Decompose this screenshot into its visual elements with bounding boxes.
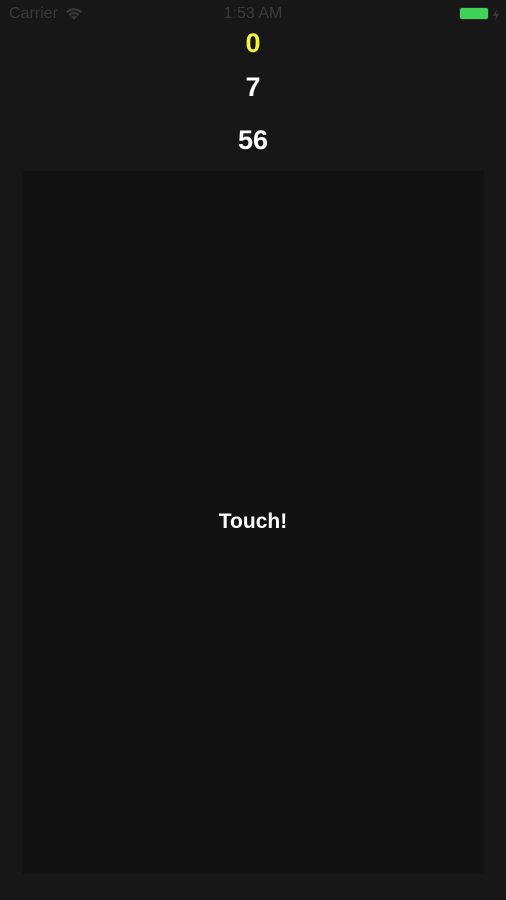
status-bar: Carrier 1:53 AM: [0, 0, 506, 28]
battery-icon: [459, 7, 489, 20]
app-screen: Carrier 1:53 AM 0 7 56 Touch!: [0, 0, 506, 900]
status-right: [459, 7, 500, 21]
score-counter-primary: 0: [245, 28, 261, 58]
touch-label: Touch!: [218, 509, 288, 533]
status-time: 1:53 AM: [223, 5, 283, 22]
touch-area-button[interactable]: Touch!: [22, 171, 484, 874]
score-counter-tertiary: 56: [237, 125, 269, 155]
score-counter-secondary: 7: [245, 72, 261, 102]
charging-icon: [492, 8, 500, 21]
